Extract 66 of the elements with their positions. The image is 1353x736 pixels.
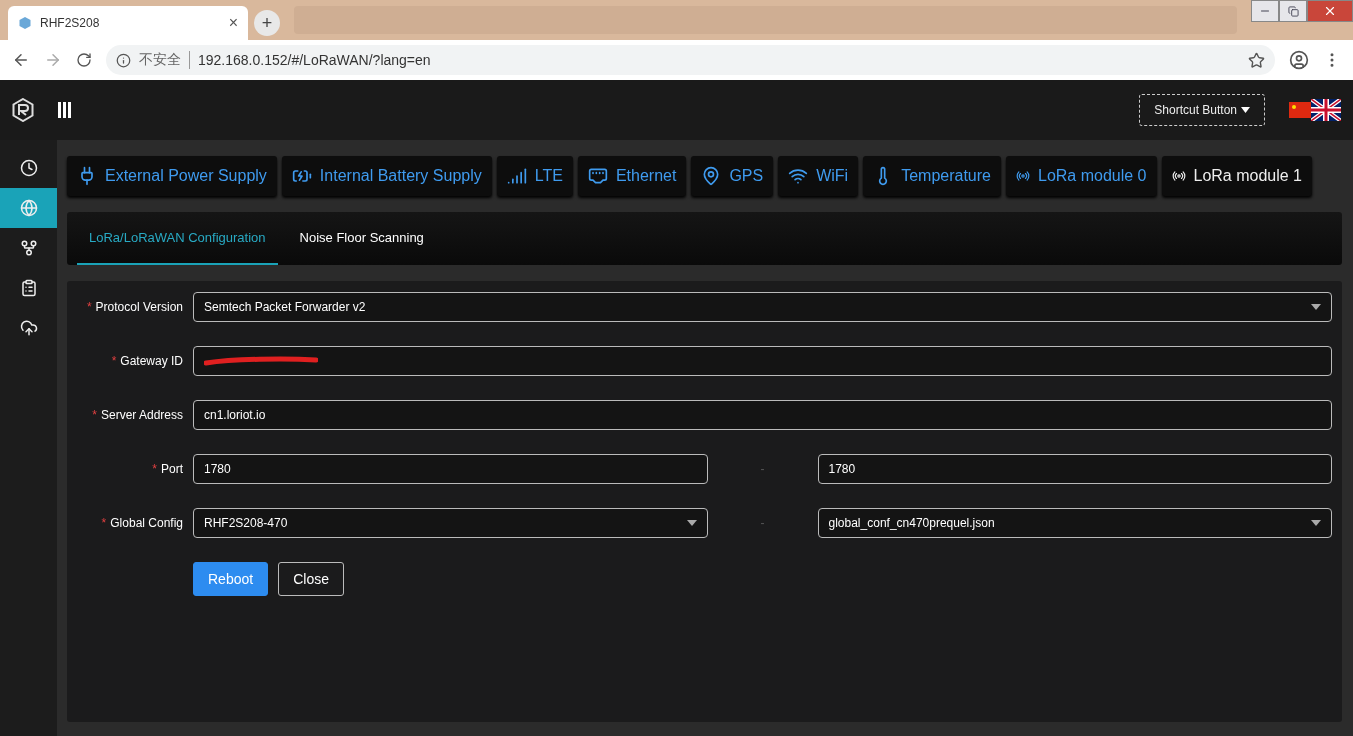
fork-icon <box>19 239 38 257</box>
required-mark: * <box>111 354 117 368</box>
reload-icon[interactable] <box>76 52 92 68</box>
module-button[interactable]: LTE <box>496 156 573 196</box>
select-field[interactable]: Semtech Packet Forwarder v2 <box>193 292 1332 322</box>
shortcut-button[interactable]: Shortcut Button <box>1139 94 1265 126</box>
field-label: Protocol Version <box>95 300 183 314</box>
input-field[interactable]: cn1.loriot.io <box>193 400 1332 430</box>
caret-icon <box>686 520 697 526</box>
tab[interactable]: LoRa/LoRaWAN Configuration <box>77 212 278 265</box>
star-icon[interactable] <box>1248 51 1265 69</box>
module-button[interactable]: GPS <box>691 156 774 196</box>
ethernet-port-icon <box>587 166 608 186</box>
range-separator: - <box>759 462 766 476</box>
caret-icon <box>1241 107 1250 113</box>
radio-icon <box>1171 169 1186 183</box>
url-text: 192.168.0.152/#/LoRaWAN/?lang=en <box>198 52 431 68</box>
close-icon[interactable]: × <box>228 14 238 32</box>
logo-icon <box>12 98 34 122</box>
flag-icon[interactable] <box>1311 99 1341 121</box>
module-button[interactable]: LoRa module 0 <box>1006 156 1157 196</box>
radio-icon <box>1016 169 1030 183</box>
module-button[interactable]: External Power Supply <box>67 156 277 196</box>
module-button[interactable]: LoRa module 1 <box>1161 156 1312 196</box>
field-label: Global Config <box>110 516 183 530</box>
globe-icon <box>19 199 38 217</box>
caret-icon <box>1311 304 1321 310</box>
cloud-upload-icon <box>19 319 38 337</box>
clipboard-icon <box>19 279 38 297</box>
tab-title: RHF2S208 <box>40 16 101 30</box>
back-icon[interactable] <box>12 51 30 69</box>
select-field[interactable]: global_conf_cn470prequel.json <box>817 508 1332 538</box>
security-label: 不安全 <box>139 51 190 69</box>
required-mark: * <box>152 462 157 476</box>
required-mark: * <box>86 300 92 314</box>
info-icon <box>116 52 131 68</box>
input-field[interactable] <box>193 346 1332 376</box>
minimize-button[interactable] <box>1251 0 1279 22</box>
range-separator: - <box>759 516 766 530</box>
close-button[interactable]: Close <box>278 562 344 596</box>
required-mark: * <box>92 408 97 422</box>
browser-tab[interactable]: RHF2S208 × <box>8 6 248 40</box>
module-button[interactable]: Temperature <box>863 156 1001 196</box>
close-icon <box>1323 4 1337 18</box>
select-field[interactable]: RHF2S208-470 <box>193 508 708 538</box>
restore-button[interactable] <box>1279 0 1307 22</box>
module-button[interactable]: Internal Battery Supply <box>281 156 492 196</box>
required-mark: * <box>101 516 107 530</box>
profile-icon[interactable] <box>1289 50 1309 70</box>
menu-icon[interactable] <box>58 102 71 118</box>
field-label: Server Address <box>100 408 183 422</box>
input-field[interactable]: 1780 <box>193 454 708 484</box>
address-bar[interactable]: 不安全 192.168.0.152/#/LoRaWAN/?lang=en <box>106 45 1275 75</box>
module-button[interactable]: WiFi <box>778 156 859 196</box>
signal-icon <box>506 166 527 186</box>
input-field[interactable]: 1780 <box>817 454 1332 484</box>
new-tab-button[interactable]: + <box>254 10 280 36</box>
wifi-icon <box>788 166 809 186</box>
tab[interactable]: Noise Floor Scanning <box>287 212 436 265</box>
restore-icon <box>1287 5 1299 17</box>
field-label: Gateway ID <box>120 354 183 368</box>
logo-icon <box>18 16 32 30</box>
clock-icon <box>19 159 38 177</box>
module-button[interactable]: Ethernet <box>577 156 687 196</box>
field-label: Port <box>161 462 183 476</box>
caret-icon <box>1311 520 1321 526</box>
